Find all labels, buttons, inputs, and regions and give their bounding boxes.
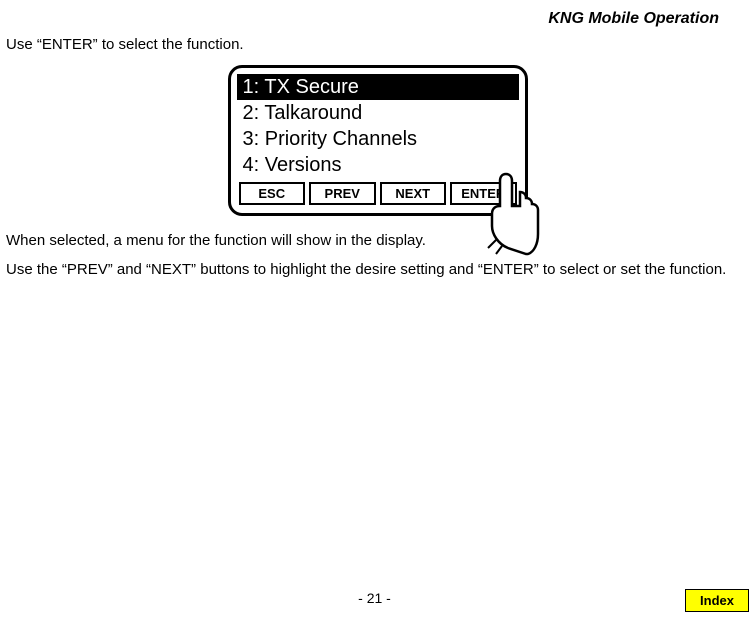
instruction-2: When selected, a menu for the function w… — [6, 232, 749, 249]
instruction-1: Use “ENTER” to select the function. — [6, 36, 749, 53]
device-screen: 1: TX Secure 2: Talkaround 3: Priority C… — [228, 65, 528, 216]
header-title: KNG Mobile Operation — [548, 10, 719, 27]
device-illustration: 1: TX Secure 2: Talkaround 3: Priority C… — [6, 65, 749, 216]
menu-item-1[interactable]: 1: TX Secure — [237, 74, 519, 100]
menu-item-3[interactable]: 3: Priority Channels — [237, 126, 519, 152]
enter-button[interactable]: ENTER — [450, 182, 517, 205]
page-number: - 21 - — [358, 590, 391, 606]
instruction-3: Use the “PREV” and “NEXT” buttons to hig… — [6, 261, 749, 278]
menu-item-4[interactable]: 4: Versions — [237, 152, 519, 178]
prev-button[interactable]: PREV — [309, 182, 376, 205]
page-content: Use “ENTER” to select the function. 1: T… — [0, 28, 749, 278]
softkey-row: ESC PREV NEXT ENTER — [237, 182, 519, 207]
radio-device: 1: TX Secure 2: Talkaround 3: Priority C… — [228, 65, 528, 216]
page-header: KNG Mobile Operation — [0, 0, 749, 28]
index-tab[interactable]: Index — [685, 589, 749, 612]
next-button[interactable]: NEXT — [380, 182, 447, 205]
esc-button[interactable]: ESC — [239, 182, 306, 205]
menu-item-2[interactable]: 2: Talkaround — [237, 100, 519, 126]
